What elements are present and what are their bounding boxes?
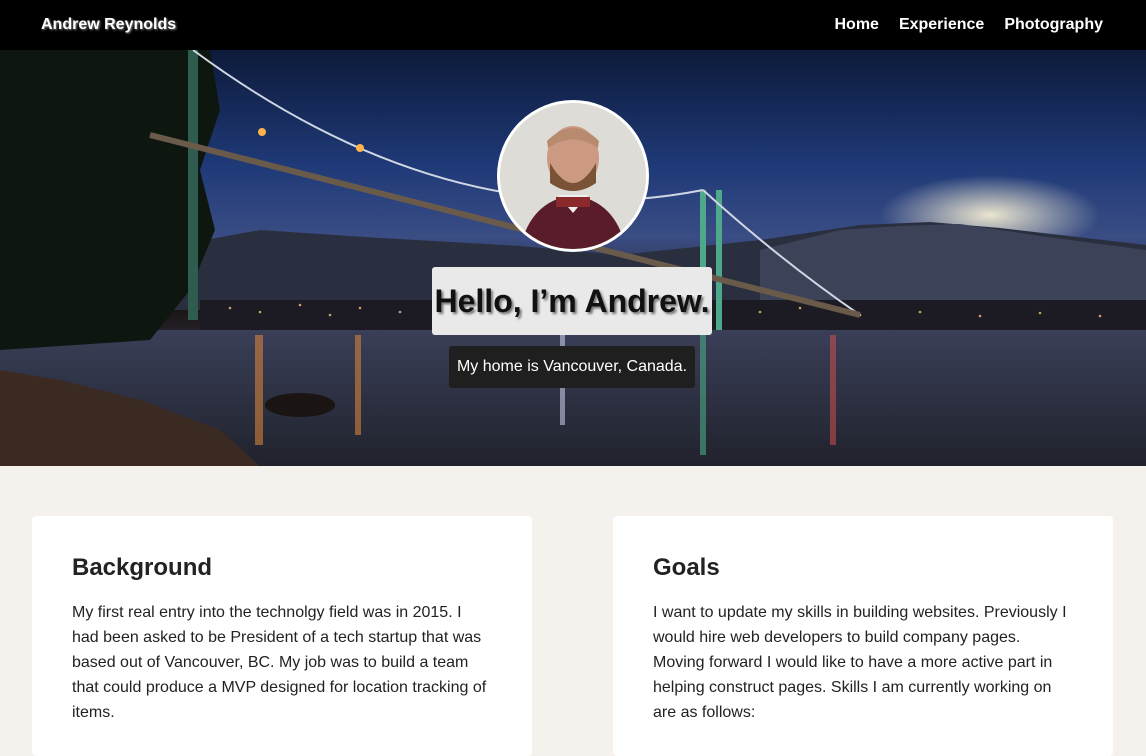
nav-link-home[interactable]: Home — [834, 16, 878, 34]
nav-link-experience[interactable]: Experience — [899, 16, 984, 34]
nav-links: Home Experience Photography — [834, 16, 1103, 34]
background-card: Background My first real entry into the … — [32, 516, 532, 756]
background-text: My first real entry into the technolgy f… — [72, 604, 487, 721]
profile-avatar — [497, 100, 649, 252]
goals-heading: Goals — [653, 554, 720, 581]
brand-link[interactable]: Andrew Reynolds — [41, 16, 176, 34]
goals-text: I want to update my skills in building w… — [653, 604, 1067, 721]
hero-banner: Hello, I’m Andrew. My home is Vancouver,… — [0, 50, 1146, 466]
hero-subtitle: My home is Vancouver, Canada. — [449, 346, 695, 388]
background-heading: Background — [72, 554, 213, 581]
nav-link-photography[interactable]: Photography — [1004, 16, 1103, 34]
hero-title: Hello, I’m Andrew. — [432, 267, 712, 335]
goals-card: Goals I want to update my skills in buil… — [613, 516, 1113, 756]
top-navbar: Andrew Reynolds Home Experience Photogra… — [0, 0, 1146, 50]
